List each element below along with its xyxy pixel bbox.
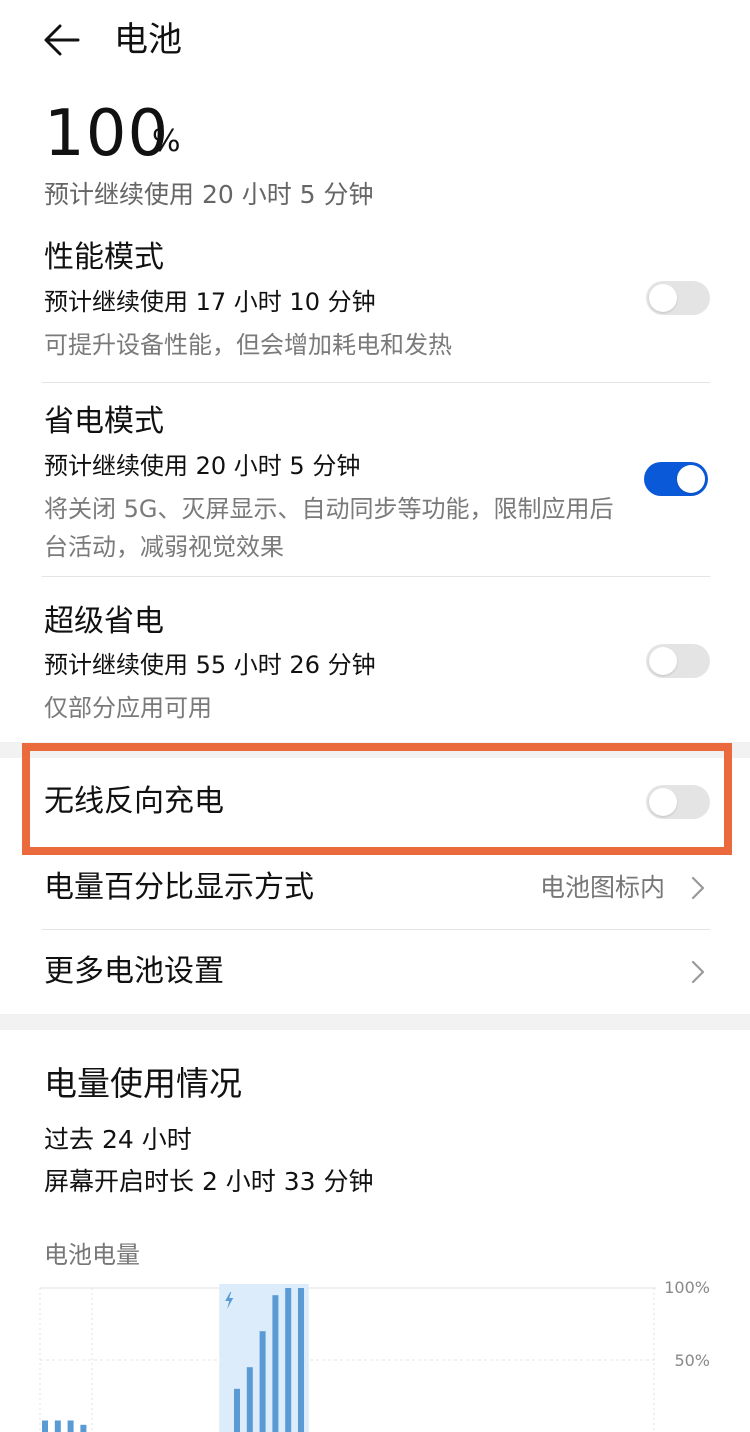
divider [42,929,710,930]
ultra-power-saving-estimate: 预计继续使用 55 小时 26 分钟 [44,651,376,679]
screen-on-time: 屏幕开启时长 2 小时 33 分钟 [44,1167,374,1196]
divider [42,382,710,383]
performance-mode-title: 性能模式 [44,240,164,275]
chart-label: 电池电量 [44,1241,140,1269]
battery-bar [285,1288,292,1432]
battery-bar [54,1420,61,1432]
y-tick-label: 100% [664,1278,710,1297]
ultra-power-saving-title: 超级省电 [44,604,164,639]
section-separator [0,1014,750,1030]
performance-mode-toggle[interactable] [646,281,710,315]
battery-level-chart: 100% 50% [39,1278,710,1432]
battery-estimate: 预计继续使用 20 小时 5 分钟 [44,180,374,209]
back-arrow-icon[interactable] [40,18,84,62]
battery-bar [234,1388,240,1432]
usage-period: 过去 24 小时 [44,1125,192,1154]
power-saving-mode-estimate: 预计继续使用 20 小时 5 分钟 [44,452,361,480]
battery-bar [80,1424,87,1432]
ultra-power-saving-desc: 仅部分应用可用 [44,694,212,722]
battery-bar [42,1420,48,1432]
highlight-box [22,743,732,855]
percentage-display-value[interactable]: 电池图标内 [540,870,665,906]
battery-bar [67,1420,74,1432]
usage-section-title: 电量使用情况 [44,1064,242,1103]
power-saving-mode-title: 省电模式 [44,404,164,439]
performance-mode-desc: 可提升设备性能，但会增加耗电和发热 [44,331,452,359]
power-saving-mode-toggle[interactable] [644,462,708,496]
battery-bar [246,1367,253,1432]
battery-percent: 100 [44,97,170,171]
power-saving-mode-desc: 将关闭 5G、灭屏显示、自动同步等功能，限制应用后台活动，减弱视觉效果 [44,495,614,561]
divider [42,576,710,577]
battery-bar [259,1331,266,1432]
y-tick-label: 50% [674,1351,710,1370]
chevron-right-icon [691,876,705,900]
performance-mode-estimate: 预计继续使用 17 小时 10 分钟 [44,288,376,316]
more-battery-settings-label[interactable]: 更多电池设置 [44,952,224,992]
ultra-power-saving-toggle[interactable] [646,644,710,678]
battery-percent-sign: % [152,124,181,159]
battery-bar [298,1288,304,1432]
battery-bar [272,1295,279,1432]
percentage-display-label[interactable]: 电量百分比显示方式 [44,868,314,908]
chevron-right-icon[interactable] [688,957,708,987]
page-title: 电池 [114,20,182,60]
